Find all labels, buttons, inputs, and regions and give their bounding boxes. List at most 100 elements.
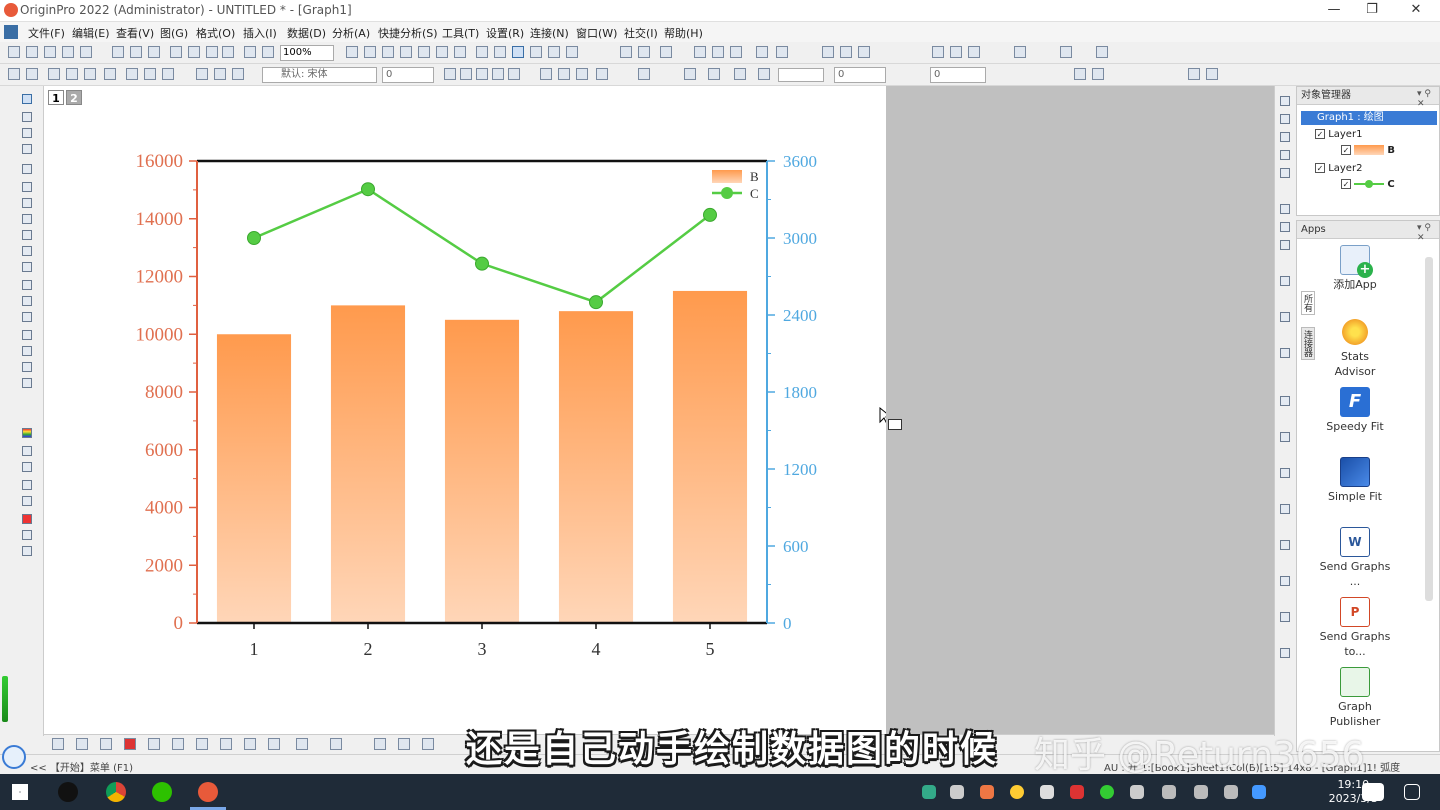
first-row-icon[interactable] xyxy=(932,46,944,58)
bar-plot-icon[interactable] xyxy=(694,46,706,58)
results-log-icon[interactable] xyxy=(400,46,412,58)
line-color-icon[interactable] xyxy=(734,68,746,80)
tray-icon-12[interactable] xyxy=(1252,785,1266,799)
sort-icon[interactable] xyxy=(638,46,650,58)
merge-icon[interactable] xyxy=(66,68,78,80)
annotation-icon[interactable] xyxy=(22,262,32,272)
subscript-icon[interactable] xyxy=(508,68,520,80)
new-graph-icon[interactable] xyxy=(44,46,56,58)
set-x-icon[interactable] xyxy=(822,46,834,58)
extract-icon[interactable] xyxy=(84,68,96,80)
layer-frame-icon[interactable] xyxy=(22,446,32,456)
new-worksheet-icon[interactable] xyxy=(26,46,38,58)
chrome-icon[interactable] xyxy=(106,782,126,802)
symbol-size-select[interactable]: 0 xyxy=(930,67,986,83)
menu-graph[interactable]: 图(G) xyxy=(160,25,188,41)
network-icon[interactable] xyxy=(1162,785,1176,799)
tree-layer1[interactable]: ✓ Layer1 xyxy=(1315,129,1362,140)
qq-icon[interactable] xyxy=(58,782,78,802)
font-color-icon[interactable] xyxy=(638,68,650,80)
front-icon[interactable] xyxy=(1188,68,1200,80)
close-button[interactable]: ✕ xyxy=(1396,2,1436,20)
anchor-icon[interactable] xyxy=(162,68,174,80)
menu-window[interactable]: 窗口(W) xyxy=(576,25,617,41)
decrease-font-icon[interactable] xyxy=(576,68,588,80)
plot-b-checkbox[interactable]: ✓ xyxy=(1341,145,1351,155)
matrix-icon[interactable] xyxy=(1280,222,1290,232)
increase-font-icon[interactable] xyxy=(558,68,570,80)
minimize-button[interactable]: — xyxy=(1314,2,1354,20)
size-icon[interactable] xyxy=(1280,396,1290,406)
apps-controls-icon[interactable]: ▾ ⚲ ✕ xyxy=(1417,223,1439,243)
column-icon[interactable] xyxy=(660,46,672,58)
tray-icon-8[interactable] xyxy=(1130,785,1144,799)
recalculate-icon[interactable] xyxy=(188,46,200,58)
line-symbol-plot-icon[interactable] xyxy=(100,738,112,750)
menu-tools[interactable]: 工具(T) xyxy=(442,25,479,41)
volume-icon[interactable] xyxy=(1040,785,1054,799)
align-left-icon[interactable] xyxy=(1280,276,1290,286)
tray-icon-3[interactable] xyxy=(980,785,994,799)
plot-setup-icon[interactable] xyxy=(26,68,38,80)
underline-icon[interactable] xyxy=(476,68,488,80)
open-icon[interactable] xyxy=(112,46,124,58)
menu-format[interactable]: 格式(O) xyxy=(196,25,235,41)
menu-settings[interactable]: 设置(R) xyxy=(486,25,524,41)
layer1-checkbox[interactable]: ✓ xyxy=(1315,129,1325,139)
text-tool-icon[interactable] xyxy=(22,246,32,256)
group-objects-icon[interactable] xyxy=(1280,612,1290,622)
insert-column-icon[interactable] xyxy=(1014,46,1026,58)
print-icon[interactable] xyxy=(244,46,256,58)
project-explorer-icon[interactable] xyxy=(382,46,394,58)
legend-tool-icon[interactable] xyxy=(22,362,32,372)
color-icon[interactable] xyxy=(566,46,578,58)
stack-plot-icon[interactable] xyxy=(730,46,742,58)
layer-icon[interactable] xyxy=(548,46,560,58)
pattern-icon[interactable] xyxy=(708,68,720,80)
color-scale-icon[interactable] xyxy=(22,428,32,438)
move-end-icon[interactable] xyxy=(1096,46,1108,58)
polygon-tool-icon[interactable] xyxy=(22,346,32,356)
pan-icon[interactable] xyxy=(22,144,32,154)
set-y-icon[interactable] xyxy=(840,46,852,58)
menu-analysis[interactable]: 分析(A) xyxy=(332,25,370,41)
back-icon[interactable] xyxy=(1206,68,1218,80)
wechat-icon[interactable] xyxy=(152,782,172,802)
line-style-select[interactable] xyxy=(778,68,824,82)
tree-graph1[interactable]: Graph1 : 绘图 xyxy=(1301,111,1437,125)
region-tool-icon[interactable] xyxy=(22,330,32,340)
menu-help[interactable]: 帮助(H) xyxy=(664,25,703,41)
line-tool-icon[interactable] xyxy=(22,296,32,306)
add-layer-icon[interactable] xyxy=(126,68,138,80)
copy-page-icon[interactable] xyxy=(262,46,274,58)
width-icon[interactable] xyxy=(1280,432,1290,442)
layer-setup-icon[interactable] xyxy=(48,68,60,80)
rescale-tool-icon[interactable] xyxy=(1280,168,1290,178)
save-template-icon[interactable] xyxy=(206,46,218,58)
new-matrix-icon[interactable] xyxy=(62,46,74,58)
font-size-select[interactable]: 0 xyxy=(382,67,434,83)
panel-controls-icon[interactable]: ▾ ⚲ ✕ xyxy=(1417,89,1439,109)
line-plot-icon[interactable] xyxy=(52,738,64,750)
refresh-icon[interactable] xyxy=(346,46,358,58)
area-chart-icon[interactable] xyxy=(148,738,160,750)
contour-icon[interactable] xyxy=(196,738,208,750)
notification-icon[interactable] xyxy=(1404,784,1420,800)
notes-tool-icon[interactable] xyxy=(22,496,32,506)
next-row-icon[interactable] xyxy=(968,46,980,58)
layer-content-icon[interactable] xyxy=(1280,132,1290,142)
select-tool-icon[interactable] xyxy=(512,46,524,58)
flip-icon[interactable] xyxy=(1280,540,1290,550)
set-z-icon[interactable] xyxy=(858,46,870,58)
greek-icon[interactable] xyxy=(540,68,552,80)
line-width-select[interactable]: 0 xyxy=(834,67,886,83)
statistical-plot-icon[interactable] xyxy=(244,738,256,750)
tray-usb-icon[interactable] xyxy=(950,785,964,799)
italic-icon[interactable] xyxy=(460,68,472,80)
table-object-icon[interactable] xyxy=(22,462,32,472)
dual-axis-chart[interactable]: 0 2000 4000 6000 8000 10000 12000 14000 16000 0 60… xyxy=(44,86,886,734)
pen-icon[interactable] xyxy=(1194,785,1208,799)
layout-icon[interactable] xyxy=(374,738,386,750)
distribute-icon[interactable] xyxy=(1280,348,1290,358)
save-icon[interactable] xyxy=(148,46,160,58)
